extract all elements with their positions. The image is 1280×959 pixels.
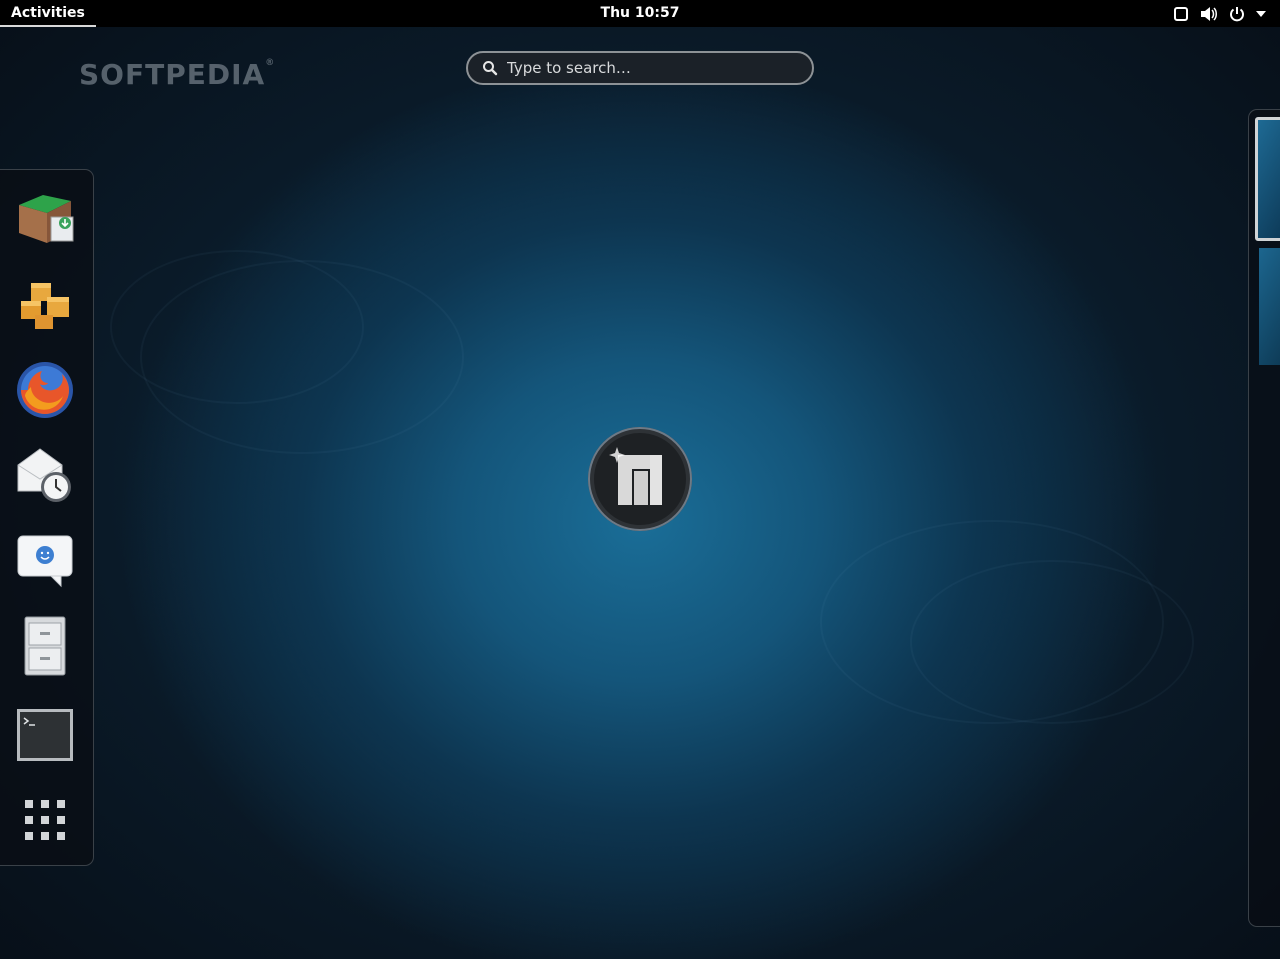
dash-item-package-manager[interactable] <box>10 270 80 342</box>
clock-label[interactable]: Thu 10:57 <box>601 5 680 21</box>
power-icon[interactable] <box>1228 5 1246 23</box>
dash-item-chat[interactable] <box>10 524 80 596</box>
watermark-text: SOFTPEDIA <box>79 58 266 91</box>
clock: Thu 10:57 <box>0 0 1280 27</box>
dash-item-file-cabinet[interactable] <box>10 610 80 682</box>
show-applications-button[interactable] <box>10 784 80 856</box>
window-icon[interactable] <box>1172 5 1190 23</box>
chevron-down-icon[interactable] <box>1256 5 1266 23</box>
dash-item-mail-client[interactable] <box>10 438 80 510</box>
file-cabinet-icon <box>24 616 66 676</box>
firefox-icon <box>17 362 73 418</box>
status-area[interactable] <box>1172 0 1266 27</box>
top-bar: Activities Thu 10:57 <box>0 0 1280 27</box>
watermark-mark: ® <box>265 58 276 68</box>
wallpaper-swirl <box>910 560 1194 724</box>
terminal-icon <box>17 709 73 761</box>
workspace-thumbnail[interactable] <box>1259 248 1280 365</box>
search-input[interactable] <box>505 58 799 78</box>
mail-client-icon <box>17 448 71 502</box>
activities-button[interactable]: Activities <box>0 0 96 27</box>
dash-item-terminal[interactable] <box>10 699 80 771</box>
software-installer-icon <box>19 195 74 243</box>
softpedia-watermark: SOFTPEDIA® <box>79 58 275 91</box>
show-applications-icon <box>25 800 65 840</box>
search-icon <box>482 60 498 76</box>
dash-item-software-installer[interactable] <box>10 181 80 253</box>
volume-icon[interactable] <box>1200 5 1218 23</box>
workspace-thumbnail-active[interactable] <box>1255 117 1280 241</box>
dash-panel <box>0 169 94 866</box>
manjaro-logo <box>587 425 693 533</box>
dash-item-firefox[interactable] <box>10 354 80 426</box>
chat-icon <box>17 535 73 588</box>
search-entry[interactable] <box>466 51 814 85</box>
package-manager-icon <box>21 283 69 329</box>
wallpaper-swirl <box>140 260 464 454</box>
